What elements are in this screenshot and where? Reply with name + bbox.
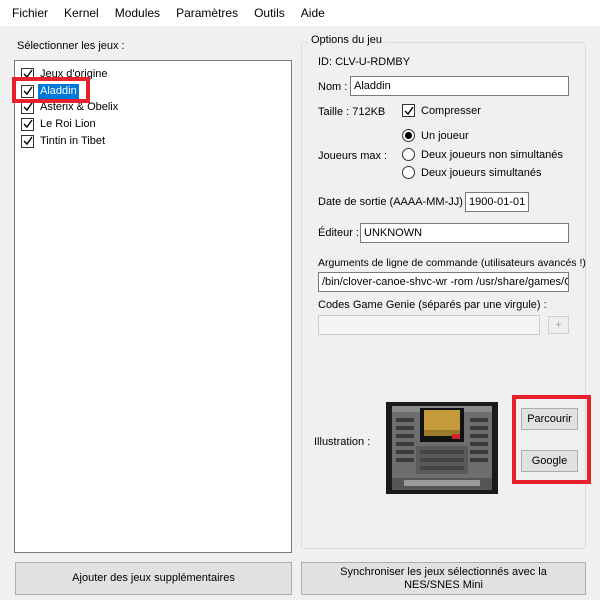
radio-button[interactable] (402, 148, 415, 161)
radio-label: Un joueur (421, 129, 469, 142)
publisher-label: Éditeur : (318, 227, 359, 239)
menu-aide[interactable]: Aide (293, 0, 333, 26)
menu-parametres[interactable]: Paramètres (168, 0, 246, 26)
game-checkbox[interactable] (21, 134, 34, 148)
group-title: Options du jeu (308, 34, 385, 46)
games-list[interactable]: Jeux d'origine Aladdin Asterix & Obelix … (14, 60, 292, 553)
add-genie-code-button[interactable]: + (548, 316, 569, 334)
highlight-box-selected-game (12, 77, 90, 103)
name-label: Nom : (318, 81, 348, 93)
release-date-input[interactable]: 1900-01-01 (465, 192, 529, 212)
command-args-input[interactable]: /bin/clover-canoe-shvc-wr -rom /usr/shar… (318, 272, 569, 292)
radio-button[interactable] (402, 166, 415, 179)
menu-modules[interactable]: Modules (107, 0, 168, 26)
players-label: Joueurs max : (318, 150, 388, 162)
menu-fichier[interactable]: Fichier (4, 0, 56, 26)
cartridge-image (386, 402, 498, 494)
radio-button[interactable] (402, 129, 415, 142)
compress-label: Compresser (421, 104, 481, 117)
browse-button[interactable]: Parcourir (521, 408, 578, 430)
add-more-games-button[interactable]: Ajouter des jeux supplémentaires (15, 562, 292, 595)
game-checkbox[interactable] (21, 117, 34, 131)
list-item[interactable]: Le Roi Lion (21, 116, 98, 132)
radio-one-player[interactable]: Un joueur (402, 129, 469, 142)
games-list-label: Sélectionner les jeux : (17, 40, 125, 52)
game-id: ID: CLV-U-RDMBY (318, 56, 411, 68)
illustration-label: Illustration : (314, 436, 371, 448)
command-args-label: Arguments de ligne de commande (utilisat… (318, 257, 586, 269)
release-date-label: Date de sortie (AAAA-MM-JJ) : (318, 196, 469, 208)
menu-kernel[interactable]: Kernel (56, 0, 107, 26)
radio-two-players-alternating[interactable]: Deux joueurs non simultanés (402, 148, 563, 161)
size-text: Taille : 712KB (318, 106, 386, 118)
radio-label: Deux joueurs simultanés (421, 166, 542, 179)
synchronize-button[interactable]: Synchroniser les jeux sélectionnés avec … (301, 562, 586, 595)
name-input[interactable]: Aladdin (350, 76, 569, 96)
game-label: Le Roi Lion (40, 117, 96, 130)
game-label: Tintin in Tibet (40, 134, 106, 147)
game-genie-input[interactable] (318, 315, 540, 335)
list-item[interactable]: Tintin in Tibet (21, 133, 107, 149)
menu-bar: Fichier Kernel Modules Paramètres Outils… (0, 0, 600, 26)
compress-checkbox[interactable] (402, 104, 415, 117)
radio-label: Deux joueurs non simultanés (421, 148, 563, 161)
compress-option[interactable]: Compresser (402, 104, 481, 117)
google-search-button[interactable]: Google (521, 450, 578, 472)
radio-two-players-simultaneous[interactable]: Deux joueurs simultanés (402, 166, 541, 179)
menu-outils[interactable]: Outils (246, 0, 293, 26)
publisher-input[interactable]: UNKNOWN (360, 223, 569, 243)
game-genie-label: Codes Game Genie (séparés par une virgul… (318, 299, 547, 311)
